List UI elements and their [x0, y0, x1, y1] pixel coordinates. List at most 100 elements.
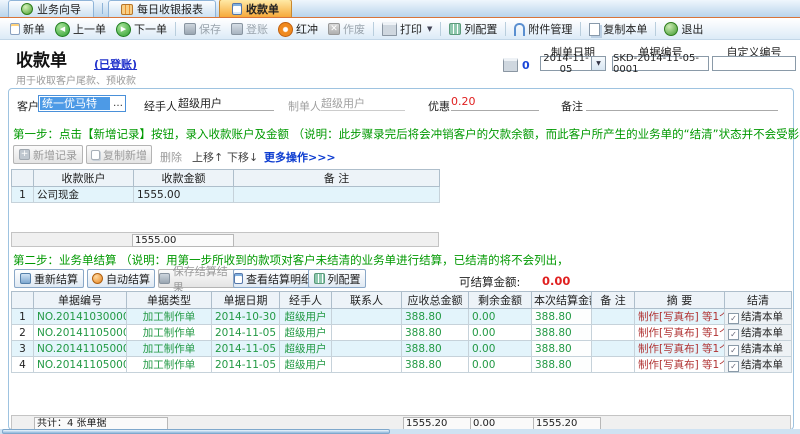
- print-dropdown-icon[interactable]: ▼: [427, 25, 432, 33]
- save-button[interactable]: 保存: [179, 20, 226, 38]
- view-settle-detail-button[interactable]: 查看结算明细: [233, 269, 313, 288]
- void-button[interactable]: ✕ 作废: [323, 20, 370, 38]
- next-icon: ▶: [116, 21, 131, 37]
- cell-remark[interactable]: [591, 308, 635, 325]
- col-header-contact[interactable]: 联系人: [331, 291, 402, 309]
- scrollbar-thumb[interactable]: [2, 429, 390, 434]
- attachment-manage-button[interactable]: 附件管理: [509, 20, 577, 38]
- customer-label: 客户: [17, 100, 39, 113]
- col-header-receivable[interactable]: 应收总金额: [401, 291, 469, 309]
- doc-no-value: SKD-2014-11-05-0001: [613, 52, 699, 75]
- cell-remark[interactable]: [591, 340, 635, 357]
- recalculate-button[interactable]: 重新结算: [14, 269, 84, 288]
- cell-settle-action: ✓ 结清本单: [724, 356, 792, 373]
- custom-no-field[interactable]: [712, 56, 796, 71]
- table-row[interactable]: 1 NO.201410300002 加工制作单 2014-10-30 超级用户 …: [11, 308, 792, 325]
- tab-business-wizard[interactable]: 业务向导: [8, 0, 94, 17]
- auto-settle-button[interactable]: 自动结算: [87, 269, 155, 288]
- settle-checkbox[interactable]: ✓: [728, 329, 739, 340]
- table-row[interactable]: 3 NO.201411050002 加工制作单 2014-11-05 超级用户 …: [11, 340, 792, 357]
- more-actions-link[interactable]: 更多操作>>>: [264, 149, 336, 165]
- handler-field[interactable]: 超级用户: [178, 95, 274, 111]
- cell-settle-amount[interactable]: 388.80: [531, 340, 592, 357]
- cell-remark[interactable]: [591, 356, 635, 373]
- discount-field[interactable]: 0.20: [451, 95, 539, 111]
- add-record-button[interactable]: + 新增记录: [13, 145, 83, 164]
- cell-remark[interactable]: [233, 186, 440, 203]
- cell-rownum: 1: [11, 308, 34, 325]
- col-header-account[interactable]: 收款账户: [33, 169, 134, 187]
- cell-settle-amount[interactable]: 388.80: [531, 356, 592, 373]
- form-panel: 客户 统一优马特 … 经手人 超级用户 制单人 超级用户 优惠 0.20 备注 …: [8, 88, 800, 430]
- cell-contact: [331, 324, 402, 341]
- cell-settle-amount[interactable]: 388.80: [531, 324, 592, 341]
- settle-action-label[interactable]: 结清本单: [741, 359, 783, 371]
- button-label: 自动结算: [106, 272, 150, 286]
- prev-doc-button[interactable]: ◀ 上一单: [50, 20, 111, 38]
- move-down-button[interactable]: 下移↓: [227, 149, 258, 165]
- print-count-group: 0: [503, 58, 530, 72]
- button-label: 重新结算: [34, 272, 78, 286]
- col-header-remaining[interactable]: 剩余金额: [468, 291, 532, 309]
- col-header-doc-date[interactable]: 单据日期: [211, 291, 280, 309]
- copy-add-button[interactable]: 复制新增: [86, 145, 152, 164]
- column-config-button[interactable]: 列配置: [444, 20, 502, 38]
- col-header-summary[interactable]: 摘 要: [634, 291, 725, 309]
- settle-action-label[interactable]: 结清本单: [741, 311, 783, 323]
- cell-doc-no: NO.201410300002: [33, 308, 127, 325]
- settle-action-label[interactable]: 结清本单: [741, 327, 783, 339]
- cell-receivable: 388.80: [401, 324, 469, 341]
- red-reverse-button[interactable]: 红冲: [273, 20, 323, 38]
- col-header-amount[interactable]: 收款金额: [133, 169, 234, 187]
- chevron-down-icon[interactable]: ▼: [591, 57, 605, 70]
- col-header-doc-no[interactable]: 单据编号: [33, 291, 127, 309]
- add-icon: +: [19, 149, 30, 160]
- settle-checkbox[interactable]: ✓: [728, 313, 739, 324]
- col-header-remark[interactable]: 备 注: [591, 291, 635, 309]
- col-header-settle-amount[interactable]: 本次结算金额: [531, 291, 592, 309]
- toolbar-separator: [373, 22, 374, 36]
- table-row[interactable]: 2 NO.201411050001 加工制作单 2014-11-05 超级用户 …: [11, 324, 792, 341]
- maker-label: 制单人: [288, 100, 321, 113]
- table-row[interactable]: 1 公司现金 1555.00: [11, 186, 440, 203]
- save-settle-result-button[interactable]: 保存结算结果: [158, 265, 238, 294]
- copy-doc-button[interactable]: 复制本单: [584, 20, 652, 38]
- settle-checkbox[interactable]: ✓: [728, 345, 739, 356]
- cell-amount[interactable]: 1555.00: [133, 186, 234, 203]
- table-row[interactable]: 4 NO.201411050003 加工制作单 2014-11-05 超级用户 …: [11, 356, 792, 373]
- printer-icon[interactable]: [503, 58, 518, 72]
- tab-receipt-form[interactable]: 收款单: [219, 0, 292, 17]
- col-header-handler[interactable]: 经手人: [279, 291, 332, 309]
- toolbar: 新单 ◀ 上一单 ▶ 下一单 保存 登账 红冲 ✕ 作废 打印 ▼ 列配置 附件…: [0, 19, 800, 40]
- column-config2-button[interactable]: 列配置: [308, 269, 366, 288]
- delete-button[interactable]: 删除: [160, 149, 182, 165]
- tab-daily-cashier-report[interactable]: 每日收银报表: [108, 0, 216, 17]
- cell-account[interactable]: 公司现金: [33, 186, 134, 203]
- discount-label: 优惠: [428, 100, 450, 113]
- print-button[interactable]: 打印 ▼: [377, 20, 437, 38]
- cell-summary: 制作[写真布] 等1个项目: [634, 308, 725, 325]
- cell-contact: [331, 340, 402, 357]
- col-header-remark[interactable]: 备 注: [233, 169, 440, 187]
- cell-settle-amount[interactable]: 388.80: [531, 308, 592, 325]
- cell-remark[interactable]: [591, 324, 635, 341]
- button-label: 复制新增: [103, 148, 147, 162]
- cell-receivable: 388.80: [401, 308, 469, 325]
- posted-status-link[interactable]: (已登账): [94, 56, 137, 72]
- date-dropdown[interactable]: 2014-11-05 ▼: [540, 53, 606, 75]
- remark-field[interactable]: [586, 95, 778, 111]
- doc-no-field[interactable]: SKD-2014-11-05-0001: [612, 53, 709, 75]
- col-header-doc-type[interactable]: 单据类型: [126, 291, 212, 309]
- customer-input[interactable]: 统一优马特 …: [38, 95, 126, 112]
- new-doc-button[interactable]: 新单: [5, 20, 50, 38]
- move-up-button[interactable]: 上移↑: [192, 149, 223, 165]
- horizontal-scrollbar[interactable]: [0, 429, 800, 434]
- col-header-settled[interactable]: 结清: [724, 291, 792, 309]
- customer-picker-button[interactable]: …: [111, 98, 125, 109]
- exit-button[interactable]: 退出: [659, 20, 708, 38]
- post-account-button[interactable]: 登账: [226, 20, 273, 38]
- settle-checkbox[interactable]: ✓: [728, 361, 739, 372]
- account-total-amount: 1555.00: [132, 234, 234, 247]
- settle-action-label[interactable]: 结清本单: [741, 343, 783, 355]
- next-doc-button[interactable]: ▶ 下一单: [111, 20, 172, 38]
